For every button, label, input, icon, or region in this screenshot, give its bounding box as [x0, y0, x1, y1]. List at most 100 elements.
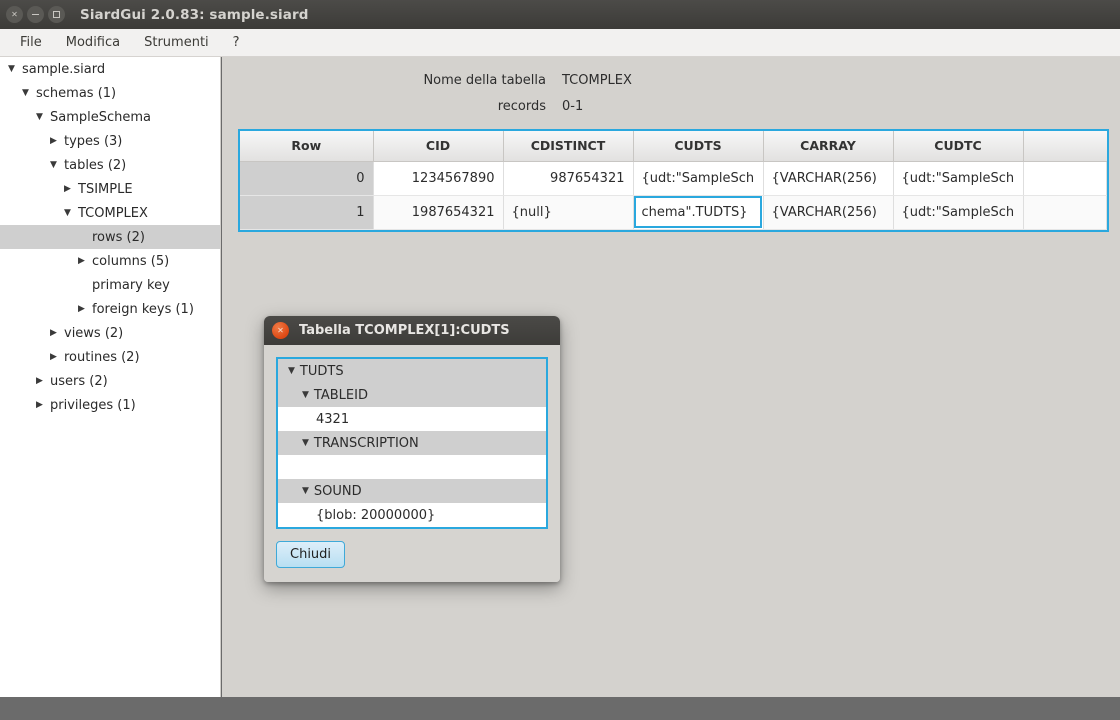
dialog-body: ▼ TUDTS ▼ TABLEID 4321 ▼ TRANSCRIPTION ▼ SOUND {b… — [264, 345, 560, 582]
column-header-cudts[interactable]: CUDTS — [633, 131, 764, 162]
window-maximize-button[interactable] — [48, 6, 65, 23]
sidebar-item-routines-2[interactable]: ▶ routines (2) — [0, 345, 220, 369]
chevron-down-icon[interactable]: ▼ — [288, 366, 295, 376]
dialog-tree-label: TRANSCRIPTION — [313, 435, 419, 451]
sidebar-item-label: TCOMPLEX — [78, 205, 148, 221]
chevron-down-icon[interactable]: ▼ — [302, 486, 309, 496]
chevron-down-icon[interactable]: ▼ — [302, 438, 309, 448]
cell-detail-dialog[interactable]: ✕ Tabella TCOMPLEX[1]:CUDTS ▼ TUDTS ▼ TABLE… — [264, 316, 560, 582]
chevron-right-icon[interactable]: ▶ — [78, 256, 92, 266]
data-table-container[interactable]: Row CID CDISTINCT CUDTS CARRAY CUDTC 0 1234567… — [238, 129, 1109, 232]
dialog-tree-row[interactable]: ▼ TUDTS — [278, 359, 546, 383]
column-header-row[interactable]: Row — [240, 131, 374, 162]
chevron-down-icon[interactable]: ▼ — [302, 390, 309, 400]
table-header-row: Row CID CDISTINCT CUDTS CARRAY CUDTC — [240, 131, 1107, 162]
dialog-title: Tabella TCOMPLEX[1]:CUDTS — [299, 323, 510, 338]
sidebar-item-views-2[interactable]: ▶ views (2) — [0, 321, 220, 345]
table-cell-carray[interactable]: {VARCHAR(256) — [763, 161, 894, 196]
table-row[interactable]: 1 1987654321 {null} chema".TUDTS} {VARCHAR(2… — [240, 195, 1107, 230]
dialog-close-button[interactable]: Chiudi — [276, 541, 346, 568]
dialog-tree[interactable]: ▼ TUDTS ▼ TABLEID 4321 ▼ TRANSCRIPTION ▼ SOUND {b… — [276, 357, 548, 529]
sidebar-item-users-2[interactable]: ▶ users (2) — [0, 369, 220, 393]
chevron-down-icon[interactable]: ▼ — [50, 160, 64, 170]
dialog-tree-row[interactable]: {blob: 20000000} — [278, 503, 546, 527]
column-header-cid[interactable]: CID — [373, 131, 504, 162]
table-cell-cid[interactable]: 1987654321 — [373, 195, 504, 230]
column-header-cudtc[interactable]: CUDTC — [893, 131, 1024, 162]
dialog-tree-row[interactable]: 4321 — [278, 407, 546, 431]
sidebar-item-label: tables (2) — [64, 157, 127, 173]
table-cell-cdistinct[interactable]: {null} — [503, 195, 634, 230]
table-cell-cudtc[interactable]: {udt:"SampleSch — [893, 195, 1024, 230]
sidebar-item-privileges-1[interactable]: ▶ privileges (1) — [0, 393, 220, 417]
sidebar-item-tcomplex[interactable]: ▼ TCOMPLEX — [0, 201, 220, 225]
dialog-tree-row[interactable]: ▼ TRANSCRIPTION — [278, 431, 546, 455]
menu-item-strumenti[interactable]: Strumenti — [132, 32, 221, 53]
dialog-tree-row[interactable]: ▼ TABLEID — [278, 383, 546, 407]
sidebar-item-label: routines (2) — [64, 349, 140, 365]
table-cell-cudtc[interactable]: {udt:"SampleSch — [893, 161, 1024, 196]
chevron-down-icon[interactable]: ▼ — [64, 208, 78, 218]
dialog-button-row: Chiudi — [276, 541, 548, 568]
sidebar-item-label: types (3) — [64, 133, 123, 149]
column-header-carray[interactable]: CARRAY — [763, 131, 894, 162]
chevron-right-icon[interactable]: ▶ — [36, 400, 50, 410]
sidebar-item-tsimple[interactable]: ▶ TSIMPLE — [0, 177, 220, 201]
table-cell-blank[interactable] — [1023, 195, 1107, 230]
sidebar-item-label: foreign keys (1) — [92, 301, 194, 317]
chevron-right-icon[interactable]: ▶ — [36, 376, 50, 386]
sidebar-item-sample-siard[interactable]: ▼ sample.siard — [0, 57, 220, 81]
dialog-tree-row[interactable]: ▼ SOUND — [278, 479, 546, 503]
chevron-right-icon[interactable]: ▶ — [50, 352, 64, 362]
records-row: records 0-1 — [222, 99, 1120, 114]
dialog-titlebar: ✕ Tabella TCOMPLEX[1]:CUDTS — [264, 316, 560, 345]
sidebar-tree[interactable]: ▼ sample.siard ▼ schemas (1) ▼ SampleSchema ▶ t… — [0, 57, 221, 697]
chevron-right-icon[interactable]: ▶ — [64, 184, 78, 194]
chevron-down-icon[interactable]: ▼ — [22, 88, 36, 98]
sidebar-item-types-3[interactable]: ▶ types (3) — [0, 129, 220, 153]
dialog-tree-label: TABLEID — [313, 387, 368, 403]
dialog-tree-row[interactable] — [278, 455, 546, 479]
menu-item-[interactable]: ? — [221, 32, 252, 53]
column-header-cdistinct[interactable]: CDISTINCT — [503, 131, 634, 162]
dialog-tree-label: {blob: 20000000} — [316, 507, 436, 523]
table-cell-cudts[interactable]: chema".TUDTS} — [633, 195, 764, 230]
dialog-tree-label: TUDTS — [299, 363, 344, 379]
table-name-row: Nome della tabella TCOMPLEX — [222, 73, 1120, 88]
sidebar-item-schemas-1[interactable]: ▼ schemas (1) — [0, 81, 220, 105]
chevron-down-icon[interactable]: ▼ — [36, 112, 50, 122]
table-cell-blank[interactable] — [1023, 161, 1107, 196]
table-cell-cid[interactable]: 1234567890 — [373, 161, 504, 196]
sidebar-item-sampleschema[interactable]: ▼ SampleSchema — [0, 105, 220, 129]
window-controls — [6, 6, 65, 23]
row-index-cell[interactable]: 1 — [240, 195, 374, 230]
chevron-right-icon[interactable]: ▶ — [50, 136, 64, 146]
sidebar-item-label: SampleSchema — [50, 109, 152, 125]
table-cell-cdistinct[interactable]: 987654321 — [503, 161, 634, 196]
sidebar-item-foreign-keys-1[interactable]: ▶ foreign keys (1) — [0, 297, 220, 321]
dialog-tree-label: 4321 — [316, 411, 350, 427]
sidebar-item-label: columns (5) — [92, 253, 170, 269]
row-index-cell[interactable]: 0 — [240, 161, 374, 196]
sidebar-item-rows-2[interactable]: rows (2) — [0, 225, 220, 249]
sidebar-item-label: primary key — [92, 277, 170, 293]
table-row[interactable]: 0 1234567890 987654321 {udt:"SampleSch {VARC… — [240, 161, 1107, 196]
chevron-right-icon[interactable]: ▶ — [50, 328, 64, 338]
window-minimize-button[interactable] — [27, 6, 44, 23]
data-table[interactable]: Row CID CDISTINCT CUDTS CARRAY CUDTC 0 1234567… — [240, 131, 1107, 230]
sidebar-item-columns-5[interactable]: ▶ columns (5) — [0, 249, 220, 273]
table-cell-carray[interactable]: {VARCHAR(256) — [763, 195, 894, 230]
sidebar-item-primary-key[interactable]: primary key — [0, 273, 220, 297]
window-close-button[interactable] — [6, 6, 23, 23]
dialog-close-icon[interactable]: ✕ — [272, 322, 289, 339]
table-name-value: TCOMPLEX — [562, 73, 632, 88]
sidebar-item-tables-2[interactable]: ▼ tables (2) — [0, 153, 220, 177]
column-header-blank[interactable] — [1023, 131, 1107, 162]
chevron-right-icon[interactable]: ▶ — [78, 304, 92, 314]
table-name-label: Nome della tabella — [423, 73, 546, 88]
menu-item-modifica[interactable]: Modifica — [54, 32, 132, 53]
menu-item-file[interactable]: File — [8, 32, 54, 53]
chevron-down-icon[interactable]: ▼ — [8, 64, 22, 74]
sidebar-item-label: schemas (1) — [36, 85, 117, 101]
table-cell-cudts[interactable]: {udt:"SampleSch — [633, 161, 764, 196]
